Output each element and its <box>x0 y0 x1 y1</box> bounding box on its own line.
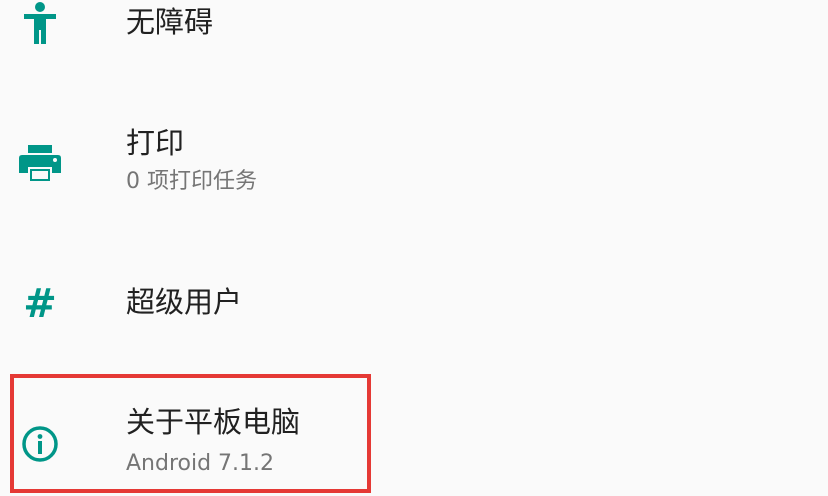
settings-item-title: 关于平板电脑 <box>126 405 301 439</box>
settings-item-summary: Android 7.1.2 <box>126 451 275 476</box>
settings-item-superuser[interactable]: # 超级用户 <box>0 260 828 350</box>
settings-item-printing[interactable]: 打印 0 项打印任务 <box>0 105 828 215</box>
info-icon <box>14 418 66 470</box>
settings-item-accessibility[interactable]: 无障碍 <box>0 0 828 70</box>
settings-item-title: 打印 <box>126 126 185 160</box>
hash-icon: # <box>14 278 66 330</box>
print-icon <box>14 137 66 189</box>
accessibility-icon <box>14 0 66 48</box>
settings-item-summary: 0 项打印任务 <box>126 169 257 194</box>
settings-item-title: 超级用户 <box>126 285 243 319</box>
hash-glyph: # <box>23 281 57 327</box>
settings-item-title: 无障碍 <box>126 5 214 39</box>
settings-item-about-tablet[interactable]: 关于平板电脑 Android 7.1.2 <box>0 380 828 490</box>
